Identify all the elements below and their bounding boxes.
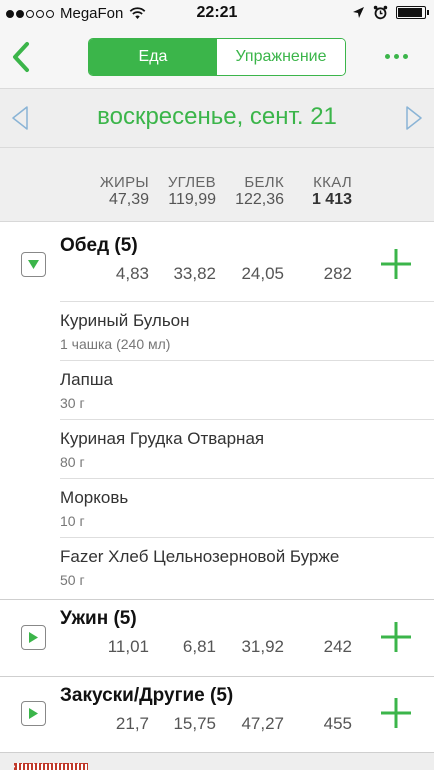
meal-protein: 31,92 xyxy=(241,637,284,656)
battery-icon xyxy=(396,6,429,19)
food-item[interactable]: Лапша 30 г xyxy=(60,360,434,419)
tab-food[interactable]: Еда xyxy=(89,39,217,75)
triangle-right-icon xyxy=(29,632,38,643)
status-bar: MegaFon 22:21 xyxy=(0,0,434,26)
food-serving: 80 г xyxy=(60,454,85,470)
total-protein-label: БЕЛК xyxy=(244,174,284,191)
food-serving: 1 чашка (240 мл) xyxy=(60,336,171,352)
location-arrow-icon xyxy=(353,7,364,18)
daily-totals: ЖИРЫ 47,39 УГЛЕВ 119,99 БЕЛК 122,36 ККАЛ… xyxy=(0,148,434,222)
meal-fat: 4,83 xyxy=(115,264,149,283)
meal-protein: 24,05 xyxy=(241,264,284,283)
more-dot xyxy=(394,54,399,59)
status-right xyxy=(352,5,429,20)
meal-fat: 11,01 xyxy=(107,637,149,656)
add-food-plus-icon[interactable] xyxy=(380,621,412,653)
meal-section-dinner: Ужин (5) 11,01 6,81 31,92 242 xyxy=(0,600,434,676)
meal-section-snacks: Закуски/Другие (5) 21,7 15,75 47,27 455 xyxy=(0,677,434,752)
meal-kcal: 282 xyxy=(323,264,352,283)
food-serving: 30 г xyxy=(60,395,85,411)
expand-toggle-dinner[interactable] xyxy=(21,625,46,650)
total-fat: ЖИРЫ 47,39 xyxy=(100,174,149,209)
meal-fat: 21,7 xyxy=(115,714,149,733)
more-dot xyxy=(385,54,390,59)
meal-kcal: 242 xyxy=(323,637,352,656)
food-item[interactable]: Морковь 10 г xyxy=(60,478,434,537)
meal-name[interactable]: Обед (5) xyxy=(60,235,138,257)
total-carbs-label: УГЛЕВ xyxy=(167,174,216,191)
food-exercise-segmented-control: Еда Упражнение xyxy=(88,38,346,76)
total-kcal-label: ККАЛ xyxy=(313,174,352,191)
meal-carbs: 6,81 xyxy=(182,637,216,656)
total-kcal: ККАЛ 1 413 xyxy=(312,174,352,209)
meal-carbs: 33,82 xyxy=(173,264,216,283)
meal-protein: 47,27 xyxy=(241,714,284,733)
meal-carbs: 15,75 xyxy=(173,714,216,733)
triangle-down-icon xyxy=(28,260,39,269)
total-fat-value: 47,39 xyxy=(108,191,149,208)
alarm-clock-icon xyxy=(373,5,388,20)
expand-toggle-snacks[interactable] xyxy=(21,701,46,726)
meal-name[interactable]: Закуски/Другие (5) xyxy=(60,685,233,707)
total-protein-value: 122,36 xyxy=(235,191,284,208)
total-kcal-value: 1 413 xyxy=(311,191,352,208)
triangle-right-icon xyxy=(29,708,38,719)
food-item[interactable]: Куриный Бульон 1 чашка (240 мл) xyxy=(60,301,434,360)
food-name: Лапша xyxy=(60,370,113,389)
more-dot xyxy=(403,54,408,59)
total-carbs-value: 119,99 xyxy=(168,191,216,208)
more-options-icon[interactable] xyxy=(385,54,408,59)
nav-bar: Еда Упражнение xyxy=(0,26,434,88)
food-serving: 10 г xyxy=(60,513,85,529)
food-serving: 50 г xyxy=(60,572,85,588)
banner-ad[interactable] xyxy=(14,763,88,770)
food-item[interactable]: Куриная Грудка Отварная 80 г xyxy=(60,419,434,478)
tab-exercise[interactable]: Упражнение xyxy=(217,39,345,75)
next-day-arrow-icon[interactable] xyxy=(404,105,424,131)
food-name: Куриная Грудка Отварная xyxy=(60,429,265,448)
meal-name[interactable]: Ужин (5) xyxy=(60,608,137,630)
back-chevron-icon[interactable] xyxy=(8,40,34,74)
food-item[interactable]: Fazer Хлеб Цельнозерновой Бурже 50 г xyxy=(60,537,434,596)
total-fat-label: ЖИРЫ xyxy=(99,174,149,191)
food-name: Fazer Хлеб Цельнозерновой Бурже xyxy=(60,547,340,566)
date-bar: воскресенье, сент. 21 xyxy=(0,88,434,148)
total-protein: БЕЛК 122,36 xyxy=(235,174,284,209)
expand-toggle-lunch[interactable] xyxy=(21,252,46,277)
total-carbs: УГЛЕВ 119,99 xyxy=(168,174,216,209)
food-name: Морковь xyxy=(60,488,129,507)
battery-fill xyxy=(398,8,422,17)
current-date[interactable]: воскресенье, сент. 21 xyxy=(0,103,434,131)
add-food-plus-icon[interactable] xyxy=(380,697,412,729)
add-food-plus-icon[interactable] xyxy=(380,248,412,280)
meal-section-lunch: Обед (5) 4,83 33,82 24,05 282 Куриный Бу… xyxy=(0,222,434,600)
food-name: Куриный Бульон xyxy=(60,311,190,330)
meal-kcal: 455 xyxy=(323,714,352,733)
